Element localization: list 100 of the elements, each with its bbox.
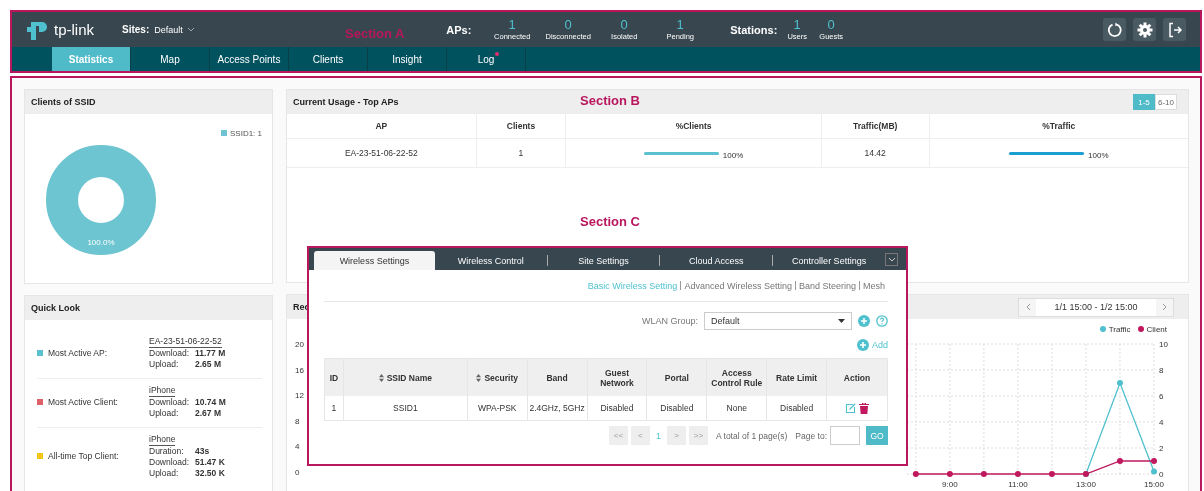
column-header: Rate Limit [767, 359, 828, 396]
axis-label: 0 [1159, 470, 1164, 479]
section-label: Section B [580, 93, 640, 108]
metric-label: Download: [149, 456, 191, 468]
logo-text: tp-link [54, 21, 94, 38]
table-cell: EA-23-51-06-22-52 [287, 139, 477, 167]
settings-tab[interactable]: Controller Settings [773, 251, 886, 270]
table-cell: 1 [476, 139, 567, 167]
page-count-text: A total of 1 page(s) [715, 430, 788, 441]
previous-button[interactable] [1019, 298, 1036, 316]
date-range[interactable]: 1/1 15:00 - 1/2 15:00 [1036, 298, 1156, 316]
chevron-right-icon [1161, 303, 1168, 311]
section-label: Section C [580, 214, 640, 229]
axis-label: 10 [1159, 340, 1168, 349]
table-cell: 14.42 [821, 139, 930, 167]
axis-label: 13:00 [1075, 480, 1096, 489]
caret-icon [186, 27, 195, 32]
point [1151, 458, 1157, 464]
plus-circle-icon[interactable] [858, 315, 870, 327]
settings-tab[interactable]: Site Settings [547, 251, 660, 270]
sub-tab-link[interactable]: Band Steering [795, 280, 859, 291]
axis-label: 11:00 [1008, 480, 1028, 489]
device-link[interactable]: iPhone [149, 384, 176, 397]
collapse-button[interactable] [885, 253, 899, 266]
table-cell: 1 [325, 396, 344, 420]
column-header[interactable]: SSID Name [343, 359, 468, 396]
column-header: Band [527, 359, 588, 396]
nav-tab[interactable]: Access Points [210, 47, 289, 71]
aps-label: APs: [446, 23, 473, 36]
axis-label: 15:00 [1144, 480, 1164, 489]
nav-tab[interactable]: Map [131, 47, 210, 71]
axis-label: 4 [1159, 418, 1164, 427]
axis-label: 12 [295, 392, 305, 402]
legend-dot [1099, 326, 1106, 332]
axis-label: 4 [295, 443, 301, 453]
point [912, 471, 919, 477]
point [980, 471, 987, 477]
axis-label: 16 [295, 366, 305, 377]
nav-tab[interactable]: Insight [368, 47, 447, 71]
settings-tab[interactable]: Wireless Settings [314, 251, 435, 270]
device-link[interactable]: EA-23-51-06-22-52 [149, 335, 222, 348]
point [1048, 471, 1055, 477]
chevron-left-icon [1024, 303, 1031, 311]
point [1116, 458, 1123, 464]
legend-dot [1137, 326, 1144, 332]
sort-icon [378, 373, 384, 382]
page-button[interactable]: 6-10 [1155, 94, 1177, 110]
metric-value: 51.47 K [195, 456, 225, 468]
table-cell: Disabled [647, 396, 708, 420]
sub-tab-link[interactable]: Advanced Wireless Setting [681, 280, 795, 291]
stat-value: 0 [620, 17, 628, 32]
caret-icon [887, 257, 896, 262]
ring-label: 100.0% [87, 238, 115, 247]
axis-label: 6 [1159, 392, 1164, 401]
trash-icon[interactable] [859, 402, 870, 414]
column-header: Portal [647, 359, 708, 396]
table-cell: Disabled [587, 396, 648, 420]
stat-value: 0 [827, 17, 835, 32]
settings-tab[interactable]: Wireless Control [434, 251, 547, 270]
panel-title: Clients of SSID [31, 97, 96, 107]
metric-label: Download: [149, 347, 191, 359]
table-cell: WPA-PSK [467, 396, 528, 420]
column-header: %Clients [566, 114, 822, 138]
column-header: Clients [476, 114, 567, 138]
panel-title: Current Usage - Top APs [293, 97, 399, 107]
next-button[interactable] [1156, 298, 1173, 316]
sub-tab-link[interactable]: Mesh [860, 280, 888, 291]
axis-label: 9:00 [942, 480, 958, 489]
percent-text: 100% [1088, 150, 1109, 160]
metric-value: 43s [195, 445, 210, 457]
item-label: Most Active AP: [48, 347, 108, 358]
legend-label: SSID1: 1 [230, 128, 262, 138]
refresh-button[interactable] [1103, 18, 1126, 41]
column-header: %Traffic [1041, 120, 1077, 133]
settings-button[interactable] [1133, 18, 1156, 41]
axis-label: 2 [1159, 444, 1164, 453]
wlan-group-dropdown[interactable]: Default [704, 312, 852, 330]
legend-label: Client [1146, 324, 1167, 334]
nav-tab[interactable]: Clients [289, 47, 368, 71]
nav-tab[interactable]: Log [447, 47, 526, 71]
page-input[interactable] [830, 426, 860, 445]
column-header[interactable]: Security [467, 359, 528, 396]
sort-icon [476, 373, 482, 382]
stat-value: 0 [564, 17, 572, 32]
metric-value: 32.50 K [195, 467, 225, 479]
metric-label: Upload: [149, 467, 180, 479]
page-to-label: Page to: [795, 430, 827, 441]
item-label: Most Active Client: [48, 396, 118, 407]
help-icon[interactable] [876, 315, 888, 327]
logout-button[interactable] [1163, 18, 1186, 41]
table-cell: None [707, 396, 768, 420]
percent-text: 100% [722, 150, 744, 160]
panel-title: Quick Look [31, 302, 80, 313]
device-link[interactable]: iPhone [149, 433, 176, 446]
settings-tab[interactable]: Cloud Access [660, 251, 773, 270]
column-header: Access Control Rule [707, 359, 768, 396]
metric-label: Upload: [149, 407, 180, 419]
column-header: Traffic(MB) [821, 114, 930, 138]
metric-label: Upload: [149, 358, 180, 370]
table-cell: SSID1 [343, 396, 468, 420]
